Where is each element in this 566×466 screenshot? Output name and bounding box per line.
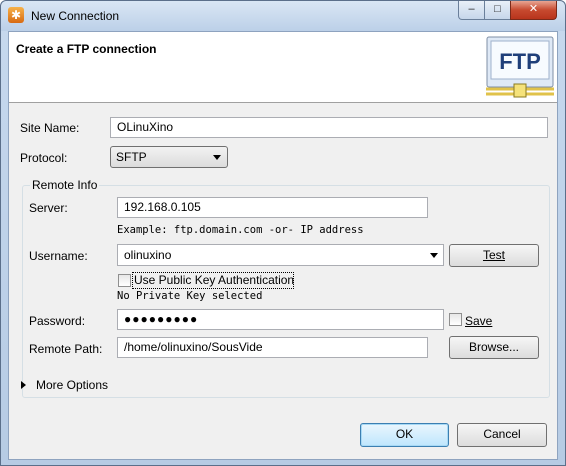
maximize-button[interactable]: □	[484, 1, 511, 20]
remote-path-label: Remote Path:	[29, 342, 103, 356]
close-button[interactable]: ✕	[510, 1, 557, 20]
ftp-logo-icon: FTP	[486, 36, 554, 98]
app-gear-icon: ✱	[8, 7, 24, 23]
username-label: Username:	[29, 249, 88, 263]
ok-button-label: OK	[395, 427, 414, 441]
window-title: New Connection	[31, 9, 120, 23]
site-name-label: Site Name:	[20, 121, 80, 135]
chevron-down-icon	[213, 155, 221, 160]
minimize-button[interactable]: –	[458, 1, 485, 20]
protocol-select[interactable]: SFTP	[110, 146, 228, 168]
remote-info-title: Remote Info	[30, 178, 100, 192]
ftp-logo-text: FTP	[499, 49, 541, 74]
public-key-label[interactable]: Use Public Key Authentication	[134, 273, 294, 287]
header-band: Create a FTP connection FTP	[9, 32, 557, 103]
password-label: Password:	[29, 314, 86, 328]
title-bar[interactable]: ✱ New Connection – □ ✕	[1, 1, 565, 31]
private-key-status: No Private Key selected	[117, 290, 263, 302]
remote-path-input[interactable]: /home/olinuxino/SousVide	[117, 337, 428, 358]
browse-button-label: Browse...	[468, 340, 519, 354]
dialog-body: Create a FTP connection FTP Site Name: O…	[8, 31, 558, 460]
public-key-checkbox[interactable]	[118, 274, 131, 287]
test-button-label: Test	[482, 248, 505, 262]
protocol-label: Protocol:	[20, 151, 68, 165]
protocol-value: SFTP	[116, 150, 147, 164]
site-name-input[interactable]: OLinuXino	[110, 117, 548, 138]
chevron-down-icon[interactable]	[430, 253, 438, 258]
server-input[interactable]: 192.168.0.105	[117, 197, 428, 218]
server-label: Server:	[29, 201, 68, 215]
save-password-label-text: Save	[465, 314, 493, 328]
test-button[interactable]: Test	[449, 244, 539, 267]
save-password-label[interactable]: Save	[465, 314, 492, 328]
username-value: olinuxino	[124, 248, 172, 262]
server-hint: Example: ftp.domain.com -or- IP address	[117, 224, 364, 236]
more-options-toggle[interactable]: More Options	[36, 378, 108, 392]
ok-button[interactable]: OK	[360, 423, 449, 447]
dialog-window: ✱ New Connection – □ ✕ Create a FTP conn…	[0, 0, 566, 466]
save-password-checkbox[interactable]	[449, 313, 462, 326]
browse-button[interactable]: Browse...	[449, 336, 539, 359]
expand-arrow-icon[interactable]	[21, 381, 26, 389]
public-key-label-text: Use Public Key Authentication	[134, 273, 295, 287]
password-input[interactable]: ●●●●●●●●●	[117, 309, 444, 330]
page-title: Create a FTP connection	[16, 42, 157, 56]
cancel-button-label: Cancel	[483, 427, 521, 441]
cancel-button[interactable]: Cancel	[457, 423, 547, 447]
username-combo[interactable]: olinuxino	[117, 244, 444, 266]
